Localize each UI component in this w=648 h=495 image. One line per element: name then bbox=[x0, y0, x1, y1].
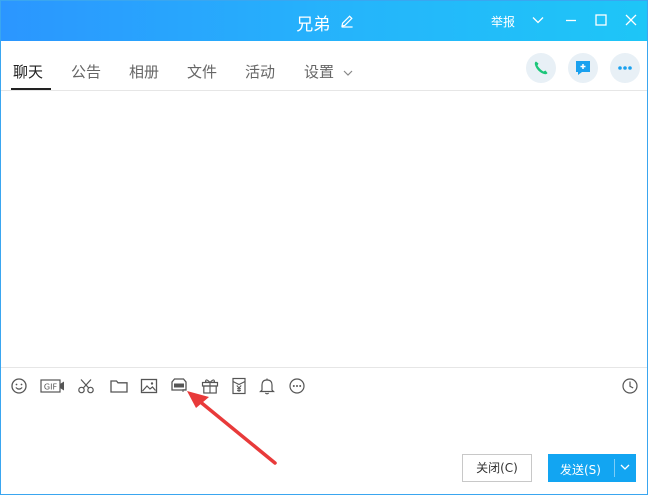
bell-icon[interactable] bbox=[257, 376, 277, 396]
chevron-down-icon[interactable] bbox=[618, 460, 632, 477]
folder-icon[interactable] bbox=[109, 376, 129, 396]
maximize-icon[interactable] bbox=[592, 11, 610, 29]
active-tab-indicator bbox=[11, 88, 51, 90]
more-button[interactable] bbox=[610, 53, 640, 83]
input-toolbar: GIF bbox=[1, 367, 647, 403]
send-button-divider bbox=[614, 459, 615, 477]
new-message-icon bbox=[576, 61, 590, 75]
video-sticker-icon[interactable] bbox=[169, 376, 189, 396]
tab-album[interactable]: 相册 bbox=[129, 61, 159, 82]
gift-icon[interactable] bbox=[200, 376, 220, 396]
title-bar: 兄弟 举报 bbox=[1, 1, 647, 41]
more-icon bbox=[618, 66, 632, 70]
edit-icon[interactable] bbox=[340, 13, 354, 33]
screenshot-scissors-icon[interactable] bbox=[76, 376, 96, 396]
more-icon[interactable] bbox=[287, 376, 307, 396]
tab-files[interactable]: 文件 bbox=[187, 61, 217, 82]
emoji-icon[interactable] bbox=[9, 376, 29, 396]
gif-label: GIF bbox=[44, 383, 58, 392]
tab-chat[interactable]: 聊天 bbox=[13, 61, 43, 82]
history-clock-icon[interactable] bbox=[620, 376, 640, 396]
phone-call-icon bbox=[534, 61, 548, 75]
tab-settings[interactable]: 设置 bbox=[304, 61, 334, 82]
chat-window: 兄弟 举报 聊天 公告 相册 文件 活动 设置 GIF 关闭(C) 发送(S) bbox=[0, 0, 648, 495]
tab-announcement[interactable]: 公告 bbox=[71, 61, 101, 82]
gif-icon[interactable]: GIF bbox=[40, 376, 66, 396]
phone-call-button[interactable] bbox=[526, 53, 556, 83]
send-button[interactable]: 发送(S) bbox=[548, 454, 636, 482]
minimize-icon[interactable] bbox=[562, 11, 580, 29]
report-link[interactable]: 举报 bbox=[491, 13, 515, 30]
tab-bar: 聊天 公告 相册 文件 活动 设置 bbox=[1, 41, 647, 91]
window-title: 兄弟 bbox=[296, 15, 331, 35]
chevron-down-icon[interactable] bbox=[529, 11, 547, 29]
tab-activities[interactable]: 活动 bbox=[245, 61, 275, 82]
window-title-group: 兄弟 bbox=[1, 10, 647, 35]
close-icon[interactable] bbox=[622, 11, 640, 29]
new-message-button[interactable] bbox=[568, 53, 598, 83]
close-button[interactable]: 关闭(C) bbox=[462, 454, 532, 482]
red-envelope-icon[interactable] bbox=[229, 376, 249, 396]
chevron-down-icon[interactable] bbox=[342, 64, 354, 83]
send-button-label: 发送(S) bbox=[560, 463, 601, 477]
image-icon[interactable] bbox=[139, 376, 159, 396]
message-history[interactable] bbox=[1, 91, 647, 367]
